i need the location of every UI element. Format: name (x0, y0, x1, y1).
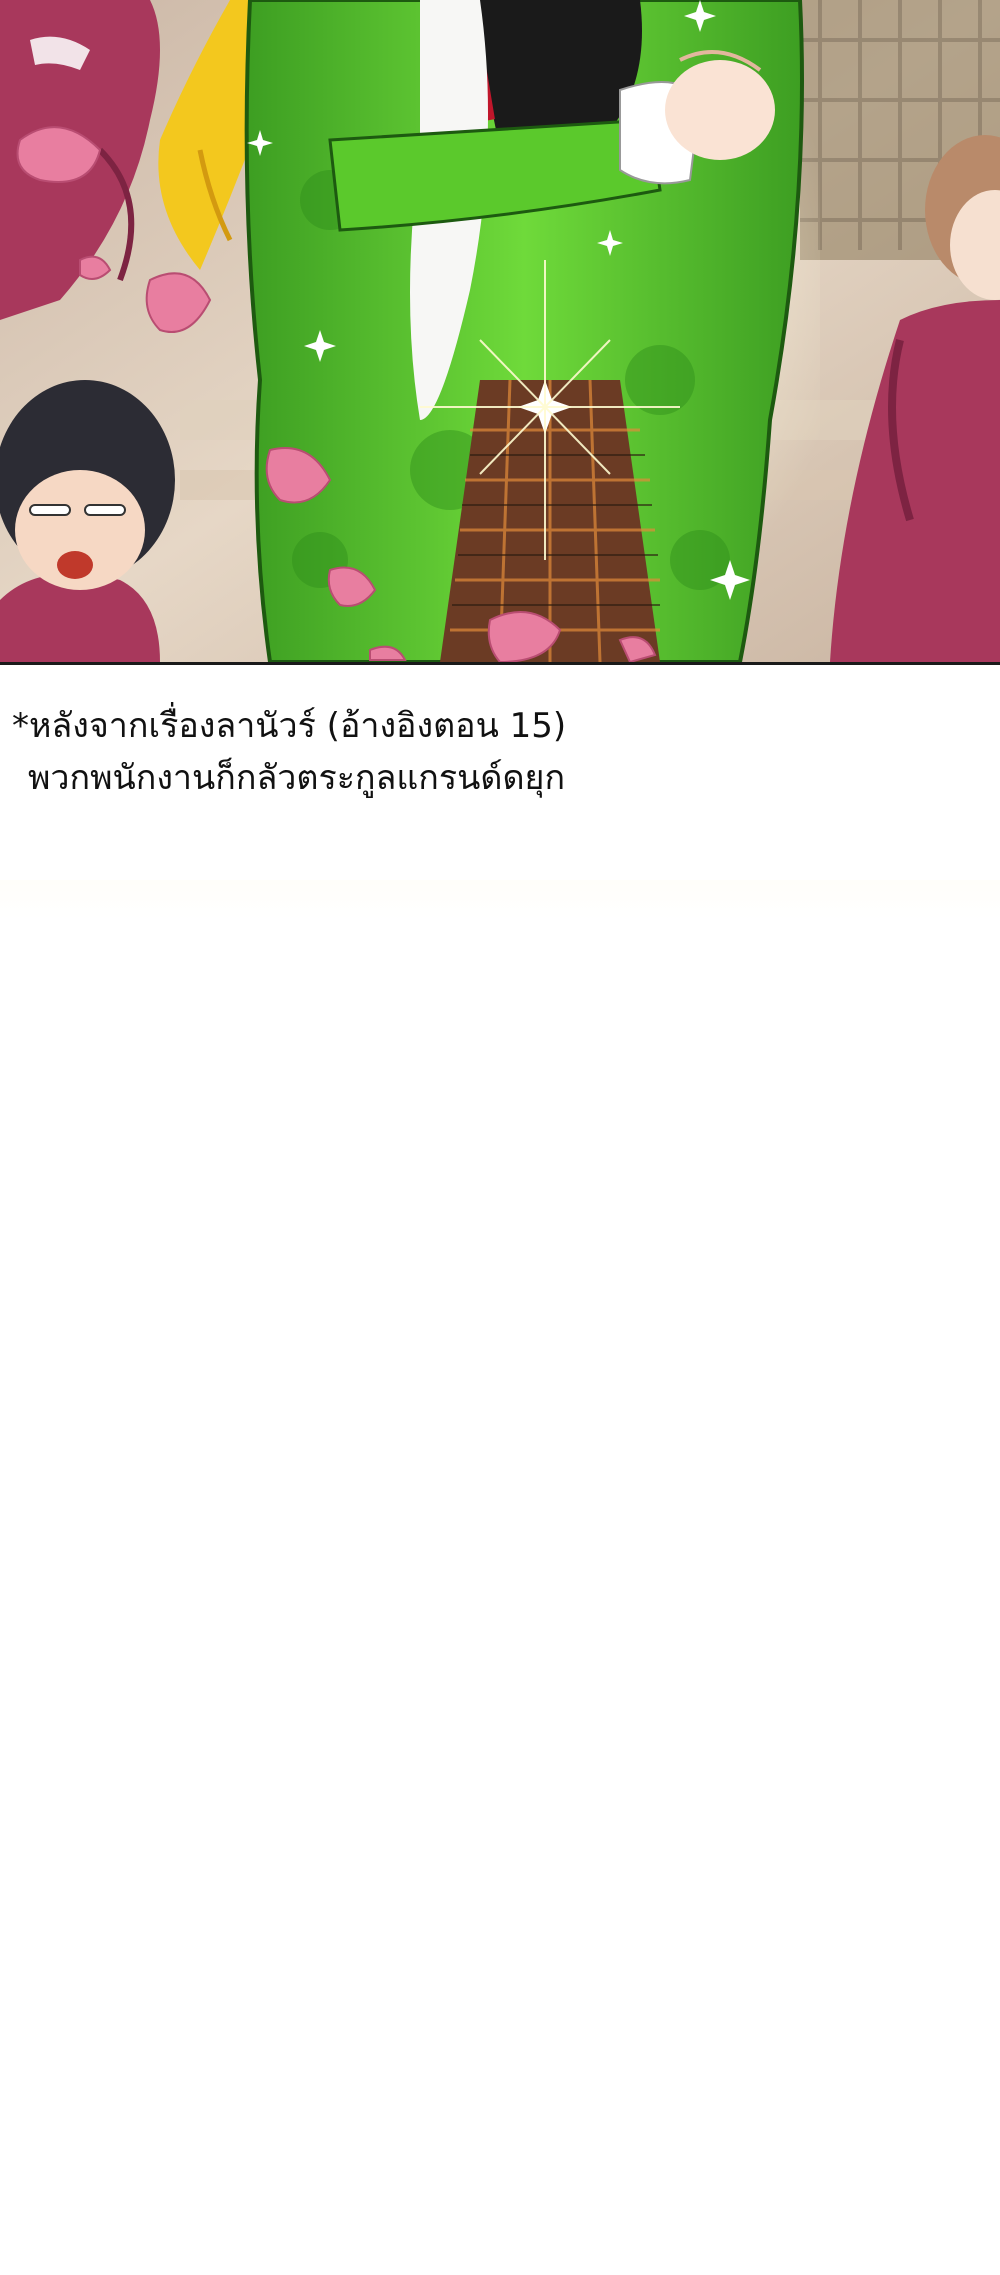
manga-panel (0, 0, 1000, 665)
caption-note: *หลังจากเรื่องลานัวร์ (อ้างอิงตอน 15) พว… (12, 700, 972, 804)
employee-left-bottom (0, 380, 175, 662)
blank-space (0, 1360, 1000, 2275)
divider-haze (0, 880, 1000, 920)
panel-illustration (0, 0, 1000, 662)
caption-line-2: พวกพนักงานก็กลัวตระกูลแกรนด์ดยุก (28, 758, 566, 798)
caption-line-1: *หลังจากเรื่องลานัวร์ (อ้างอิงตอน 15) (12, 706, 567, 746)
